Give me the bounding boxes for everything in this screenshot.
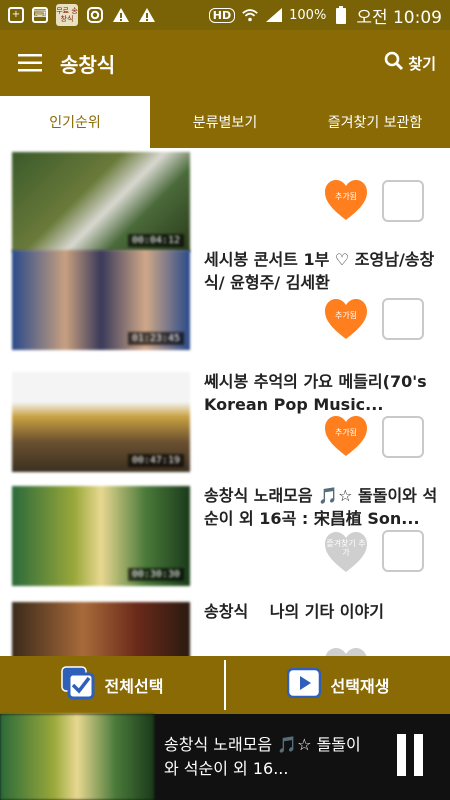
tab-bar: 인기순위 분류별보기 즐겨찾기 보관함 (0, 96, 450, 148)
app-bar: 송창식 찾기 (0, 30, 450, 96)
select-checkbox[interactable] (382, 180, 424, 222)
status-right: HD 100% 오전 10:09 (208, 3, 442, 28)
status-bar: + ⌨ 무료 송창식 HD 100% 오전 10:09 (0, 0, 450, 30)
favorite-label: 추가됨 (334, 428, 358, 437)
select-checkbox[interactable] (382, 530, 424, 572)
play-selected-label: 선택재생 (330, 677, 390, 696)
tab-categories[interactable]: 분류별보기 (150, 96, 300, 148)
battery-icon (332, 6, 350, 24)
favorite-heart-icon[interactable]: 추가됨 (323, 297, 369, 343)
clock: 오전 10:09 (356, 7, 442, 28)
duration-label: 00:30:30 (127, 568, 184, 581)
search-button[interactable]: 찾기 (384, 51, 450, 75)
pause-button[interactable] (384, 731, 436, 783)
search-label: 찾기 (408, 54, 436, 73)
pause-icon (395, 734, 425, 780)
list-item[interactable]: 01:23:45 세시봉 콘서트 1부 ♡ 조영남/송창식/ 윤형주/ 김세환 … (0, 242, 450, 358)
video-thumbnail[interactable]: 00:47:19 (12, 372, 190, 472)
duration-label: 00:47:19 (127, 454, 184, 467)
menu-icon[interactable] (0, 30, 60, 96)
tab-popular[interactable]: 인기순위 (0, 96, 150, 148)
mini-player[interactable]: 송창식 노래모음 🎵☆ 돌돌이와 석순이 외 16... (0, 714, 450, 800)
app-badge-icon: 무료 송창식 (56, 4, 78, 26)
warning-icon (112, 6, 130, 24)
video-title[interactable]: 송창식 나의 기타 이야기 (204, 600, 440, 623)
warning-icon (138, 6, 156, 24)
video-title[interactable]: 쎄시봉 추억의 가요 메들리(70's Korean Pop Music... (204, 370, 440, 416)
video-thumbnail[interactable]: 00:04:12 (12, 152, 190, 252)
video-thumbnail[interactable]: 00:30:30 (12, 486, 190, 586)
select-checkbox[interactable] (382, 298, 424, 340)
list-item[interactable]: 00:47:19 쎄시봉 추억의 가요 메들리(70's Korean Pop … (0, 364, 450, 480)
add-box-icon: + (8, 7, 24, 23)
favorite-heart-icon[interactable]: 추가됨 (323, 178, 369, 224)
favorite-label: 추가됨 (334, 192, 358, 201)
tab-favorites[interactable]: 즐겨찾기 보관함 (300, 96, 450, 148)
search-icon (384, 51, 404, 75)
player-thumbnail[interactable] (0, 714, 154, 800)
duration-label: 01:23:45 (127, 332, 184, 345)
favorite-label: 즐겨찾기 추가 (326, 539, 366, 557)
favorite-heart-icon[interactable] (323, 646, 369, 656)
hd-icon: HD (208, 7, 236, 23)
video-thumbnail[interactable]: 01:23:45 (12, 250, 190, 350)
player-title[interactable]: 송창식 노래모음 🎵☆ 돌돌이와 석순이 외 16... (154, 733, 384, 781)
favorite-heart-icon[interactable]: 추가됨 (323, 414, 369, 460)
keyboard-icon: ⌨ (32, 7, 48, 23)
video-thumbnail[interactable] (12, 602, 190, 656)
select-checkbox[interactable] (382, 416, 424, 458)
video-title[interactable]: 세시봉 콘서트 1부 ♡ 조영남/송창식/ 윤형주/ 김세환 (204, 248, 440, 294)
page-title: 송창식 (60, 52, 116, 77)
list-item[interactable]: 00:30:30 송창식 노래모음 🎵☆ 돌돌이와 석순이 외 16곡 : 宋昌… (0, 478, 450, 594)
battery-percent: 100% (289, 7, 327, 23)
instagram-icon (86, 6, 104, 24)
select-all-button[interactable]: 전체선택 (0, 656, 224, 714)
status-left: + ⌨ 무료 송창식 (8, 4, 156, 26)
video-title[interactable]: 송창식 노래모음 🎵☆ 돌돌이와 석순이 외 16곡 : 宋昌植 Son... (204, 484, 440, 530)
select-all-label: 전체선택 (104, 677, 164, 696)
favorite-heart-icon[interactable]: 즐겨찾기 추가 (323, 530, 369, 576)
play-icon (286, 667, 321, 702)
video-list: 00:04:12 추가됨 01:23:45 세시봉 콘서트 1부 ♡ 조영남/송… (0, 148, 450, 656)
list-item[interactable]: 송창식 나의 기타 이야기 (0, 594, 450, 656)
wifi-icon (241, 6, 259, 24)
favorite-label: 추가됨 (334, 311, 358, 320)
signal-icon (265, 6, 283, 24)
action-bar: 전체선택 선택재생 (0, 656, 450, 714)
play-selected-button[interactable]: 선택재생 (226, 656, 450, 714)
select-all-icon (60, 666, 95, 704)
